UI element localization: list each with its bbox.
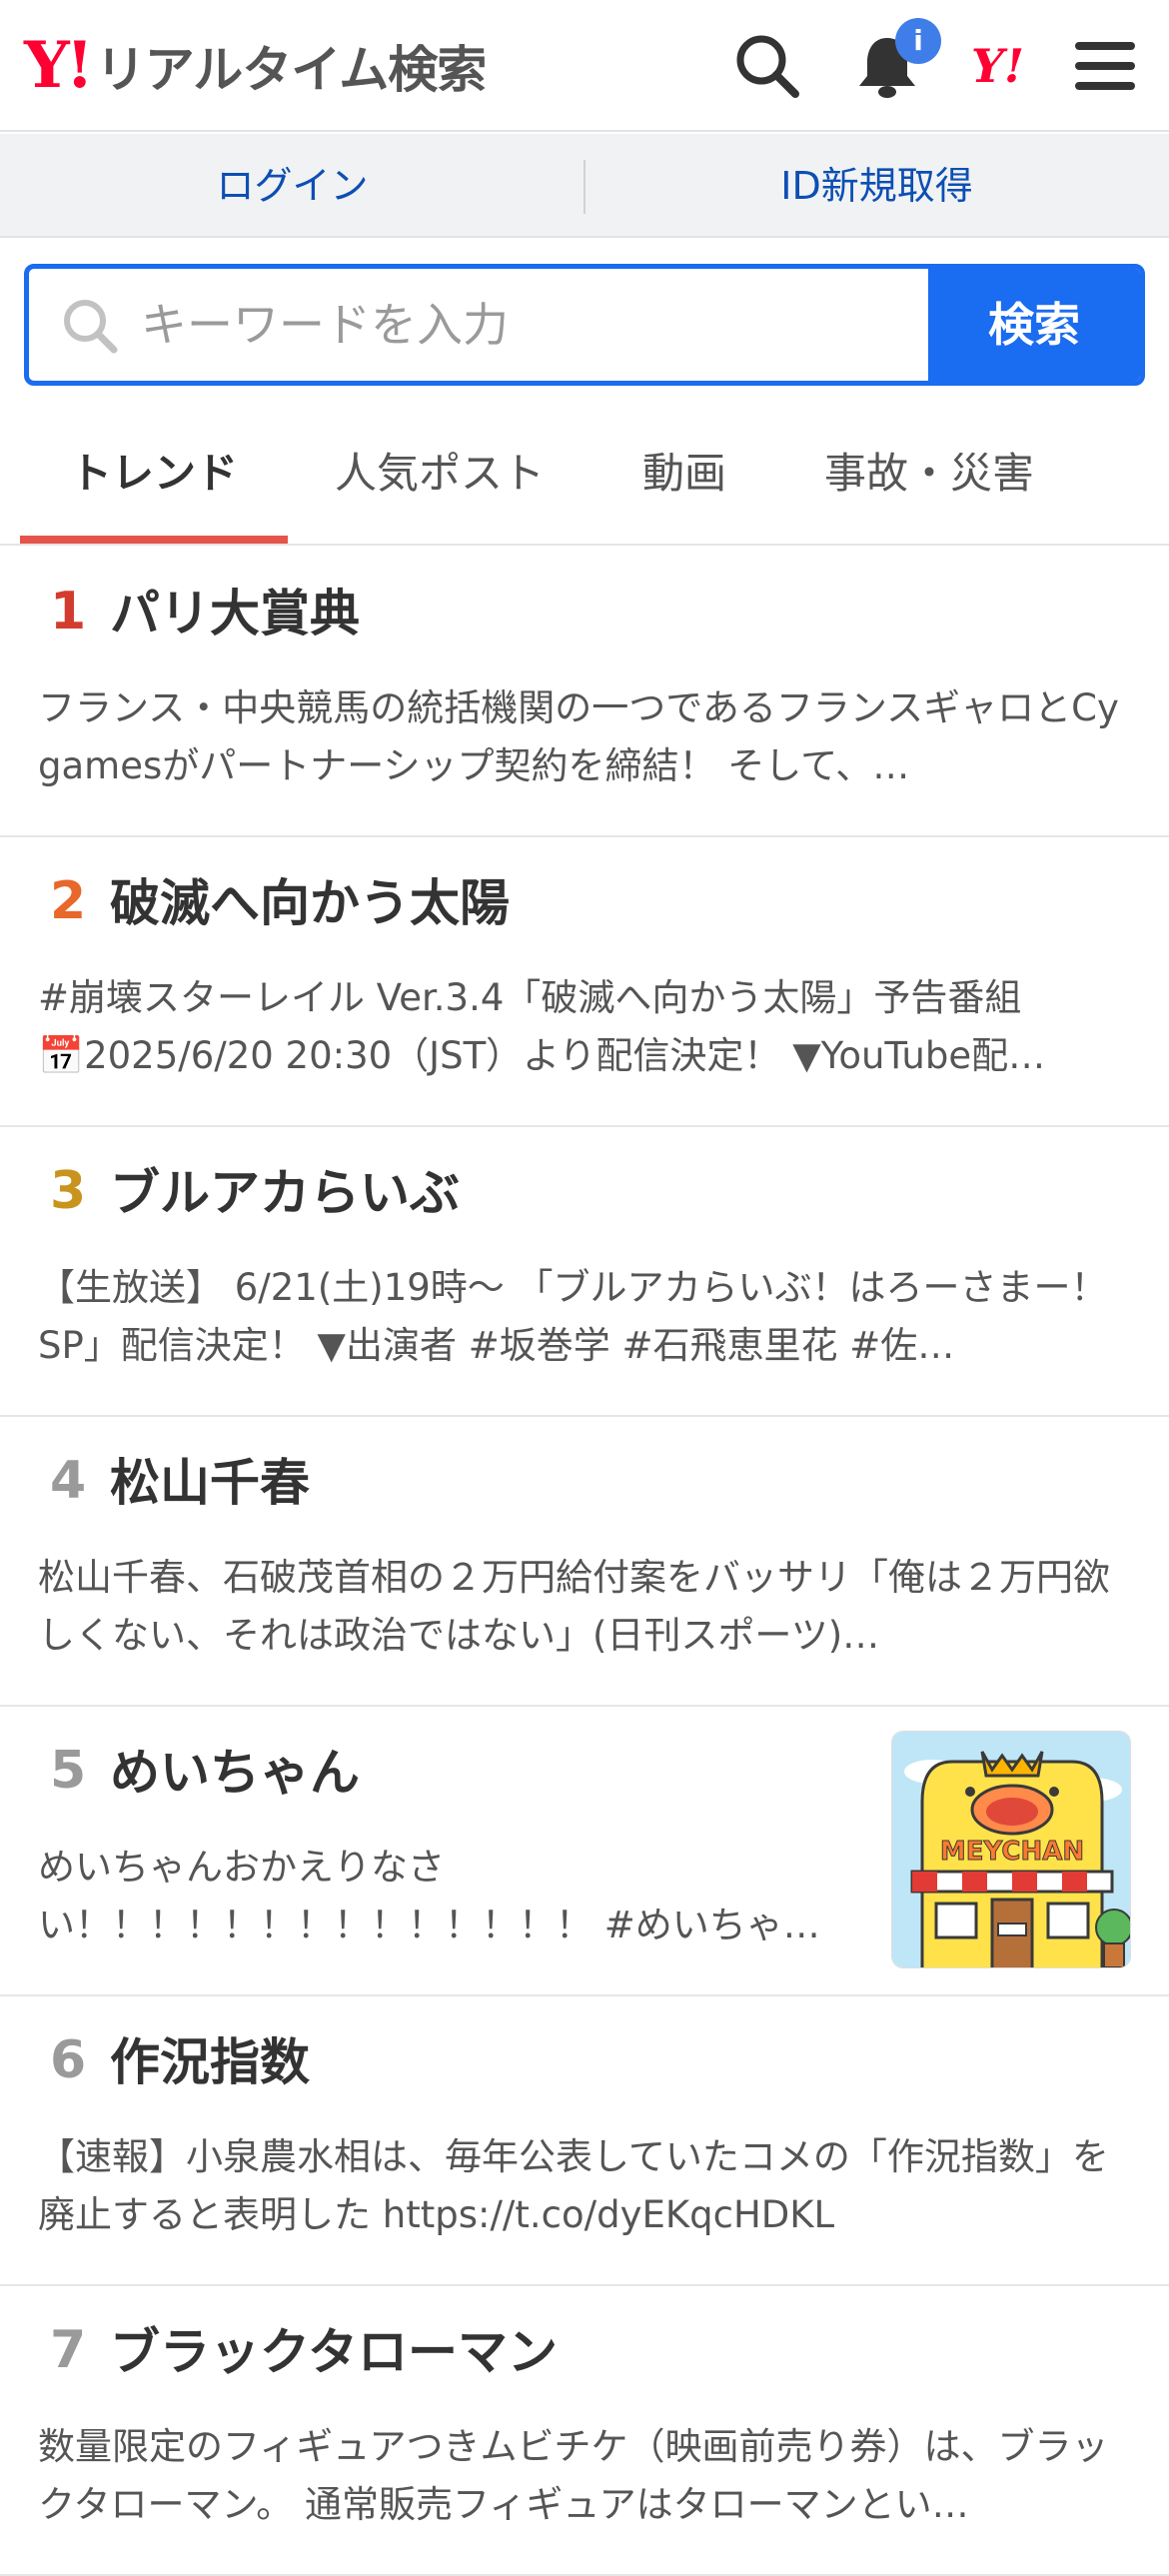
- hamburger-menu-icon[interactable]: [1069, 30, 1141, 102]
- yahoo-japan-icon[interactable]: Y!: [969, 30, 1041, 102]
- notification-badge: i: [895, 18, 941, 64]
- active-tab-indicator: [20, 536, 288, 544]
- trend-title[interactable]: 松山千春: [110, 1451, 310, 1515]
- trend-item[interactable]: 7 ブラックタローマン 数量限定のフィギュアつきムビチケ（映画前売り券）は、ブラ…: [0, 2286, 1169, 2576]
- trend-title[interactable]: パリ大賞典: [110, 582, 360, 645]
- thumbnail-label: MEYCHAN: [940, 1837, 1084, 1867]
- tab-popular-posts[interactable]: 人気ポスト: [300, 404, 580, 544]
- trend-title[interactable]: めいちゃん: [110, 1741, 360, 1805]
- trend-description: 松山千春、石破茂首相の２万円給付案をバッサリ「俺は２万円欲しくない、それは政治で…: [38, 1556, 1110, 1657]
- tab-bar: トレンド 人気ポスト 動画 事故・災害: [0, 404, 1169, 546]
- trend-item[interactable]: 3 ブルアカらいぶ 【生放送】 6/21(土)19時〜 「ブルアカらいぶ！はろー…: [0, 1127, 1169, 1417]
- trend-rank: 2: [50, 871, 87, 931]
- yahoo-realtime-logo[interactable]: Y! リアルタイム検索: [24, 28, 487, 104]
- login-bar: ログイン ID新規取得: [0, 134, 1169, 238]
- trend-rank: 3: [50, 1161, 87, 1221]
- trend-title[interactable]: ブラックタローマン: [110, 2320, 558, 2384]
- search-button[interactable]: 検索: [928, 269, 1140, 381]
- tab-video[interactable]: 動画: [589, 404, 779, 544]
- trend-description: #崩壊スターレイル Ver.3.4「破滅へ向かう太陽」予告番組 📅2025/6/…: [38, 976, 1046, 1077]
- notification-bell-icon[interactable]: i: [851, 18, 941, 102]
- trend-rank: 5: [50, 1741, 87, 1801]
- trend-item[interactable]: 6 作況指数 【速報】小泉農水相は、毎年公表していたコメの「作況指数」を廃止する…: [0, 1996, 1169, 2286]
- trend-description: フランス・中央競馬の統括機関の一つであるフランスギャロとCygamesがパートナ…: [38, 686, 1119, 787]
- signup-link[interactable]: ID新規取得: [584, 134, 1169, 238]
- tab-accidents-disasters[interactable]: 事故・災害: [789, 404, 1069, 544]
- app-header: Y! リアルタイム検索 i Y!: [0, 0, 1169, 132]
- search-field-icon: [59, 295, 121, 357]
- trend-rank: 1: [50, 582, 87, 642]
- trend-item[interactable]: 2 破滅へ向かう太陽 #崩壊スターレイル Ver.3.4「破滅へ向かう太陽」予告…: [0, 837, 1169, 1127]
- trend-item[interactable]: 4 松山千春 松山千春、石破茂首相の２万円給付案をバッサリ「俺は２万円欲しくない…: [0, 1417, 1169, 1707]
- search-icon[interactable]: [731, 30, 803, 102]
- tab-trend[interactable]: トレンド: [20, 404, 288, 544]
- trend-title[interactable]: 破滅へ向かう太陽: [110, 871, 510, 935]
- trend-description: 数量限定のフィギュアつきムビチケ（映画前売り券）は、ブラックタローマン。 通常販…: [38, 2425, 1109, 2526]
- trend-item[interactable]: 5 めいちゃん めいちゃんおかえりなさい！！！！！！！！！！！！！！ #めいちゃ…: [0, 1707, 1169, 1996]
- trend-description: 【生放送】 6/21(土)19時〜 「ブルアカらいぶ！はろーさまー！SP」配信決…: [38, 1266, 1108, 1367]
- app-title: リアルタイム検索: [95, 41, 487, 99]
- trend-description: めいちゃんおかえりなさい！！！！！！！！！！！！！！ #めいちゃ…: [38, 1846, 820, 1946]
- search-input[interactable]: [141, 269, 940, 381]
- trend-rank: 4: [50, 1451, 87, 1511]
- trend-thumbnail[interactable]: MEYCHAN: [891, 1731, 1131, 1968]
- trend-rank: 7: [50, 2320, 87, 2380]
- trend-title[interactable]: 作況指数: [110, 2030, 310, 2094]
- login-link[interactable]: ログイン: [0, 134, 584, 238]
- trend-description: 【速報】小泉農水相は、毎年公表していたコメの「作況指数」を廃止すると表明した h…: [38, 2135, 1109, 2236]
- trend-list: 1 パリ大賞典 フランス・中央競馬の統括機関の一つであるフランスギャロとCyga…: [0, 548, 1169, 2576]
- yahoo-logo-mark: Y!: [24, 28, 94, 103]
- search-box: 検索: [24, 264, 1145, 386]
- trend-item[interactable]: 1 パリ大賞典 フランス・中央競馬の統括機関の一つであるフランスギャロとCyga…: [0, 548, 1169, 837]
- trend-title[interactable]: ブルアカらいぶ: [110, 1161, 460, 1225]
- trend-rank: 6: [50, 2030, 87, 2090]
- yahoo-japan-mark: Y!: [971, 39, 1024, 93]
